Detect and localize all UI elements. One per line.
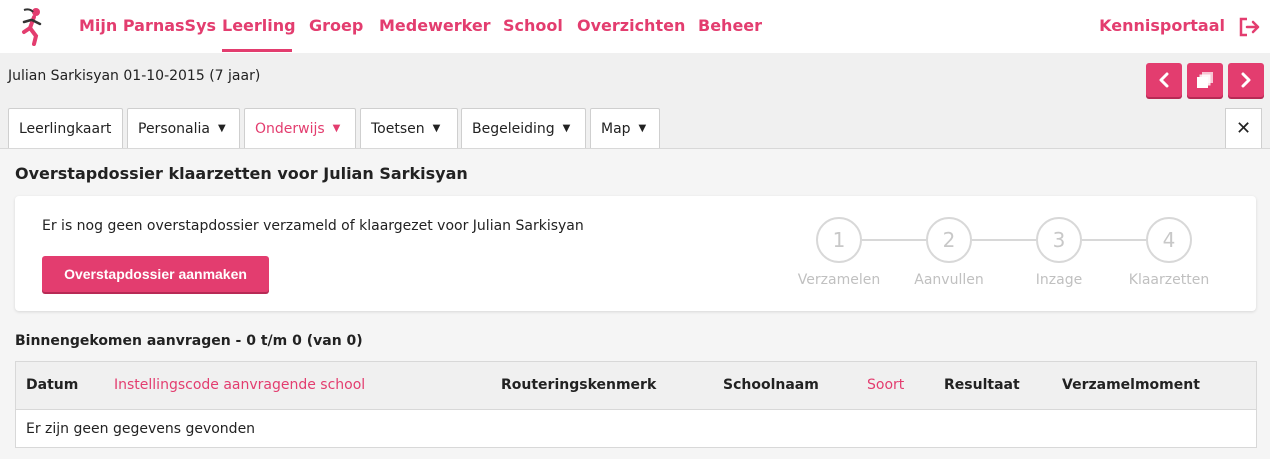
requests-section-title: Binnengekomen aanvragen - 0 t/m 0 (van 0… (15, 333, 363, 349)
caret-down-icon: ▼ (332, 123, 341, 134)
tab-label: Personalia (138, 120, 210, 137)
previous-student-button[interactable] (1146, 63, 1182, 97)
student-list-button[interactable] (1187, 63, 1223, 97)
nav-overzichten[interactable]: Overzichten (577, 16, 685, 35)
step-connector (862, 239, 926, 241)
tab-label: Leerlingkaart (19, 120, 112, 137)
column-datum: Datum (26, 377, 79, 393)
student-header: Julian Sarkisyan 01-10-2015 (7 jaar) (8, 68, 261, 84)
step-connector (972, 239, 1036, 241)
tab-begeleiding[interactable]: Begeleiding ▼ (461, 108, 586, 148)
nav-active-indicator (222, 49, 292, 52)
requests-table: Datum Instellingscode aanvragende school… (15, 361, 1257, 448)
chevron-right-icon (1241, 72, 1251, 88)
step-4-circle: 4 (1146, 217, 1192, 263)
chevron-left-icon (1159, 72, 1169, 88)
tab-toetsen[interactable]: Toetsen ▼ (360, 108, 458, 148)
close-icon: ✕ (1235, 118, 1252, 139)
tab-label: Begeleiding (472, 120, 555, 137)
tab-leerlingkaart[interactable]: Leerlingkaart (8, 108, 123, 148)
column-verzamelmoment: Verzamelmoment (1062, 377, 1200, 393)
step-1-label: Verzamelen (797, 272, 881, 288)
step-2-label: Aanvullen (914, 272, 984, 288)
top-navigation: Mijn ParnasSys Leerling Groep Medewerker… (0, 0, 1270, 53)
page-title: Overstapdossier klaarzetten voor Julian … (15, 164, 468, 183)
nav-school[interactable]: School (503, 16, 563, 35)
caret-down-icon: ▼ (638, 123, 647, 134)
nav-mijn-parnassys[interactable]: Mijn ParnasSys (79, 16, 216, 35)
nav-leerling[interactable]: Leerling (222, 16, 296, 35)
step-connector (1082, 239, 1146, 241)
close-tab-button[interactable]: ✕ (1225, 108, 1262, 148)
next-student-button[interactable] (1228, 63, 1264, 97)
parnassys-runner-logo[interactable] (16, 6, 48, 46)
nav-groep[interactable]: Groep (309, 16, 363, 35)
table-empty-message: Er zijn geen gegevens gevonden (26, 421, 256, 437)
tab-label: Map (601, 120, 631, 137)
column-routeringskenmerk: Routeringskenmerk (501, 377, 657, 393)
nav-medewerker[interactable]: Medewerker (379, 16, 491, 35)
caret-down-icon: ▼ (562, 123, 571, 134)
step-3-label: Inzage (1035, 272, 1083, 288)
tab-label: Toetsen (371, 120, 425, 137)
step-1-circle: 1 (816, 217, 862, 263)
stack-icon (1197, 72, 1213, 88)
caret-down-icon: ▼ (217, 123, 226, 134)
column-soort-sort[interactable]: Soort (867, 377, 904, 393)
tab-onderwijs[interactable]: Onderwijs ▼ (244, 108, 356, 148)
column-schoolnaam: Schoolnaam (723, 377, 819, 393)
column-instellingscode-sort[interactable]: Instellingscode aanvragende school (114, 377, 365, 393)
tab-personalia[interactable]: Personalia ▼ (127, 108, 240, 148)
step-3-circle: 3 (1036, 217, 1082, 263)
logout-icon[interactable] (1238, 16, 1262, 38)
dossier-status-message: Er is nog geen overstapdossier verzameld… (42, 218, 584, 234)
tab-map[interactable]: Map ▼ (590, 108, 660, 148)
step-4-label: Klaarzetten (1128, 272, 1210, 288)
column-resultaat: Resultaat (944, 377, 1020, 393)
create-overstapdossier-button[interactable]: Overstapdossier aanmaken (42, 256, 269, 292)
nav-beheer[interactable]: Beheer (698, 16, 762, 35)
nav-kennisportaal[interactable]: Kennisportaal (1099, 16, 1225, 35)
tab-label: Onderwijs (255, 120, 325, 137)
caret-down-icon: ▼ (432, 123, 441, 134)
step-2-circle: 2 (926, 217, 972, 263)
table-header: Datum Instellingscode aanvragende school… (16, 362, 1256, 410)
